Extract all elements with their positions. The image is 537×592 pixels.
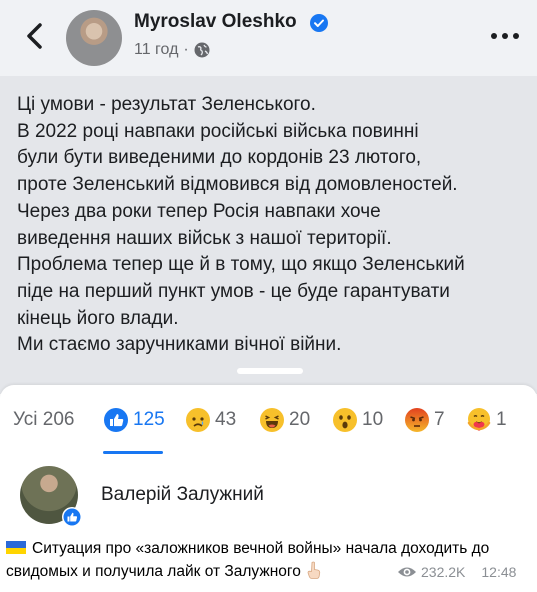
- view-count: 232.2K: [421, 564, 466, 580]
- care-count: 1: [496, 409, 507, 430]
- globe-icon: [194, 42, 210, 58]
- active-tab-indicator: [103, 451, 163, 454]
- angry-icon: [405, 408, 429, 432]
- haha-icon: [260, 408, 284, 432]
- more-dots-icon[interactable]: [488, 26, 522, 46]
- author-name[interactable]: Myroslav Oleshko: [134, 11, 297, 33]
- post-time: 11 год: [134, 41, 179, 58]
- chevron-left-icon[interactable]: [22, 20, 48, 52]
- tab-care[interactable]: 1: [466, 407, 507, 433]
- message-footer: 232.2K 12:48: [397, 564, 516, 580]
- tab-wow[interactable]: 10: [332, 407, 383, 433]
- post-body: Ці умови - результат Зеленського. В 2022…: [0, 76, 537, 394]
- tab-all-label: Усі 206: [13, 409, 75, 430]
- message-time: 12:48: [481, 564, 517, 580]
- message-caption: Ситуация про «заложников вечной войны» н…: [0, 537, 537, 592]
- eye-icon: [398, 567, 416, 577]
- post-meta: 11 год ·: [134, 41, 210, 59]
- haha-count: 20: [289, 409, 311, 430]
- reactor-row[interactable]: Валерій Залужний: [0, 457, 537, 537]
- post-header: Myroslav Oleshko 11 год ·: [0, 0, 537, 76]
- verified-badge-icon: [310, 14, 328, 32]
- ukraine-flag-icon: [6, 541, 26, 554]
- sad-count: 43: [215, 409, 237, 430]
- like-icon: [104, 408, 128, 432]
- reactor-name[interactable]: Валерій Залужний: [101, 484, 264, 506]
- post-text: Ці умови - результат Зеленського. В 2022…: [17, 94, 465, 356]
- sheet-drag-handle[interactable]: [237, 368, 303, 374]
- tab-like[interactable]: 125: [103, 407, 165, 433]
- tab-haha[interactable]: 20: [259, 407, 310, 433]
- author-avatar[interactable]: [66, 10, 122, 66]
- angry-count: 7: [434, 409, 445, 430]
- like-badge-icon: [62, 507, 82, 527]
- wow-count: 10: [362, 409, 384, 430]
- sad-icon: [186, 408, 210, 432]
- pointing-up-emoji-icon: [307, 561, 320, 579]
- tab-angry[interactable]: 7: [404, 407, 445, 433]
- like-count: 125: [133, 409, 165, 430]
- tab-sad[interactable]: 43: [185, 407, 236, 433]
- reactions-sheet: Усі 206 125 43 20 10 7 1: [0, 368, 537, 457]
- care-icon: [467, 408, 491, 431]
- wow-icon: [333, 408, 357, 432]
- tab-all-reactions[interactable]: Усі 206: [13, 407, 75, 433]
